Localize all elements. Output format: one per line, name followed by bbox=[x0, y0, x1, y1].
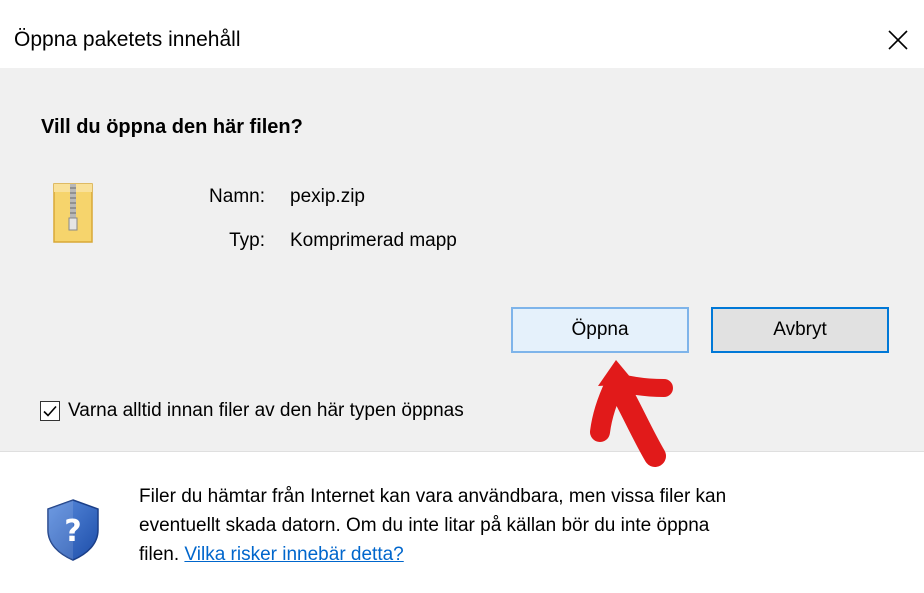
security-shield-icon: ? bbox=[47, 499, 99, 561]
title-bar: Öppna paketets innehåll bbox=[0, 0, 924, 68]
dialog-title: Öppna paketets innehåll bbox=[14, 28, 241, 51]
warning-line-1: Filer du hämtar från Internet kan vara a… bbox=[139, 486, 727, 507]
always-warn-label: Varna alltid innan filer av den här type… bbox=[68, 400, 464, 421]
warning-line-3-text: filen. bbox=[139, 544, 185, 565]
checkmark-icon bbox=[43, 405, 57, 417]
close-icon bbox=[888, 30, 908, 50]
zip-folder-icon bbox=[53, 183, 93, 243]
open-button[interactable]: Öppna bbox=[511, 307, 689, 353]
always-warn-checkbox[interactable] bbox=[40, 401, 60, 421]
dialog-content: Vill du öppna den här filen? Namn: pexip… bbox=[0, 68, 924, 451]
svg-text:?: ? bbox=[64, 514, 81, 549]
risks-link[interactable]: Vilka risker innebär detta? bbox=[184, 544, 403, 565]
type-label: Typ: bbox=[229, 230, 265, 251]
close-button[interactable] bbox=[878, 20, 918, 60]
file-name: pexip.zip bbox=[290, 186, 365, 207]
security-warning-text: Filer du hämtar från Internet kan vara a… bbox=[139, 482, 899, 569]
warning-line-2: eventuellt skada datorn. Om du inte lita… bbox=[139, 515, 710, 536]
name-label: Namn: bbox=[209, 186, 265, 207]
security-warning-section: ? Filer du hämtar från Internet kan vara… bbox=[0, 452, 924, 593]
cancel-button[interactable]: Avbryt bbox=[711, 307, 889, 353]
file-type: Komprimerad mapp bbox=[290, 230, 457, 251]
always-warn-option[interactable]: Varna alltid innan filer av den här type… bbox=[40, 400, 464, 422]
dialog-heading: Vill du öppna den här filen? bbox=[41, 116, 303, 138]
warning-line-3: filen. Vilka risker innebär detta? bbox=[139, 540, 899, 569]
